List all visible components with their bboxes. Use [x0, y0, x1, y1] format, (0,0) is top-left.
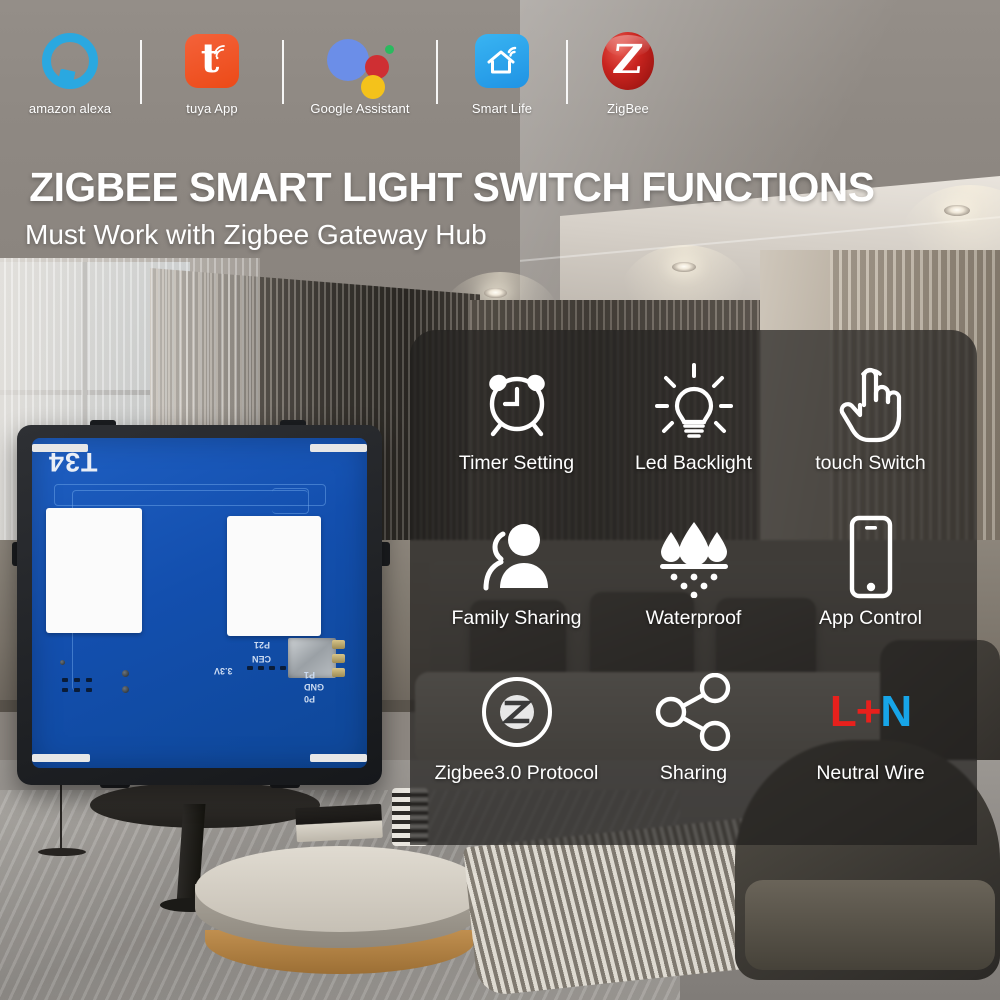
touch-hand-icon — [833, 358, 909, 446]
tuya-app-icon: t — [185, 28, 239, 94]
feature-label: Waterproof — [645, 607, 742, 629]
smartphone-icon — [842, 513, 900, 601]
pcb-gold-pad — [332, 640, 345, 649]
pcb-smd-part — [258, 666, 264, 670]
feature-label: touch Switch — [815, 452, 926, 474]
feature-label: Zigbee3.0 Protocol — [434, 762, 599, 784]
live-neutral-text-icon: L+N — [829, 668, 912, 756]
downlight-icon — [484, 288, 507, 298]
pcb-smd-part — [86, 678, 92, 682]
pcb-via — [122, 686, 129, 693]
floor-lamp-base — [38, 848, 86, 856]
pcb-smd-part — [62, 688, 68, 692]
compatibility-item-zigbee[interactable]: Z ZigBee — [568, 28, 688, 116]
feature-family-sharing[interactable]: Family Sharing — [428, 513, 605, 668]
pcb-silk-p21: P21 — [254, 640, 271, 650]
compatibility-label: tuya App — [186, 101, 238, 116]
pcb-smd-part — [86, 688, 92, 692]
pcb-via — [122, 670, 129, 677]
compatibility-label: amazon alexa — [28, 101, 112, 116]
feature-sharing[interactable]: Sharing — [605, 668, 782, 823]
compatibility-item-google-assistant[interactable]: Google Assistant — [284, 28, 436, 116]
feature-app-control[interactable]: App Control — [782, 513, 959, 668]
features-grid: Timer Setting Led Backlight touch Switch… — [410, 330, 977, 845]
touch-pad-left — [46, 508, 142, 633]
feature-label: Family Sharing — [451, 607, 582, 629]
pcb-silk-cen: CEN — [252, 654, 272, 664]
feature-led-backlight[interactable]: Led Backlight — [605, 358, 782, 513]
compatibility-logo-strip: amazon alexa t tuya App Google Assistant… — [0, 28, 1000, 146]
compatibility-item-alexa[interactable]: amazon alexa — [0, 28, 140, 116]
smart-life-icon — [475, 28, 529, 94]
pcb-silk-p1: P1 — [304, 670, 316, 680]
feature-label: Timer Setting — [458, 452, 575, 474]
pcb-smd-part — [247, 666, 253, 670]
feature-neutral-wire[interactable]: L+N Neutral Wire — [782, 668, 959, 823]
touch-pad-right — [227, 516, 321, 636]
armchair-seat — [745, 880, 995, 970]
google-assistant-icon — [325, 28, 395, 99]
zigbee-circle-icon — [477, 668, 557, 756]
feature-label: Led Backlight — [634, 452, 753, 474]
feature-timer-setting[interactable]: Timer Setting — [428, 358, 605, 513]
page-subtitle: Must Work with Zigbee Gateway Hub — [25, 219, 487, 250]
alexa-ring-icon — [42, 28, 98, 94]
downlight-icon — [672, 262, 696, 272]
feature-label: App Control — [819, 607, 922, 629]
pcb-board-code: T34 — [48, 447, 98, 477]
pcb-gold-pad — [332, 654, 345, 663]
pcb-smd-part — [62, 678, 68, 682]
features-overlay-panel: Timer Setting Led Backlight touch Switch… — [410, 330, 977, 845]
feature-label: Neutral Wire — [816, 762, 925, 784]
poster-canvas: amazon alexa t tuya App Google Assistant… — [0, 0, 1000, 1000]
product-pcb-image: T34 P21 CEN 3.3V P1 GND P0 — [12, 420, 397, 810]
feature-zigbee-protocol[interactable]: Zigbee3.0 Protocol — [428, 668, 605, 823]
pcb-silk-33v: 3.3V — [214, 666, 233, 676]
ottoman-top — [195, 846, 485, 932]
pcb-via — [60, 660, 65, 665]
share-nodes-icon — [653, 668, 735, 756]
neutral-letter: N — [880, 687, 912, 736]
pcb-smd-part — [269, 666, 275, 670]
alarm-clock-icon — [477, 358, 557, 446]
pcb-smd-part — [74, 678, 80, 682]
zigbee-logo-icon: Z — [602, 28, 654, 94]
pcb-smd-part — [74, 688, 80, 692]
compatibility-item-tuya[interactable]: t tuya App — [142, 28, 282, 116]
pcb-silk-p0: P0 — [304, 694, 316, 704]
feature-waterproof[interactable]: Waterproof — [605, 513, 782, 668]
light-bulb-icon — [654, 358, 734, 446]
feature-label: Sharing — [659, 762, 728, 784]
pcb-notch — [310, 444, 367, 452]
pcb-notch — [310, 754, 367, 762]
downlight-icon — [944, 205, 970, 216]
plus-sign: + — [855, 687, 882, 736]
pcb-silk-gnd: GND — [304, 682, 324, 692]
feature-touch-switch[interactable]: touch Switch — [782, 358, 959, 513]
pcb-smd-part — [280, 666, 286, 670]
people-group-icon — [475, 513, 559, 601]
pcb-notch — [32, 754, 90, 762]
compatibility-label: Smart Life — [471, 101, 533, 116]
live-letter: L — [829, 687, 857, 736]
pcb-board: T34 P21 CEN 3.3V P1 GND P0 — [32, 438, 367, 768]
compatibility-item-smart-life[interactable]: Smart Life — [438, 28, 566, 116]
pcb-gold-pad — [332, 668, 345, 677]
pcb-trace — [272, 488, 309, 514]
compatibility-label: ZigBee — [607, 101, 649, 116]
water-droplets-icon — [652, 513, 736, 601]
compatibility-label: Google Assistant — [310, 101, 410, 116]
page-title: ZIGBEE SMART LIGHT SWITCH FUNCTIONS — [29, 164, 875, 210]
